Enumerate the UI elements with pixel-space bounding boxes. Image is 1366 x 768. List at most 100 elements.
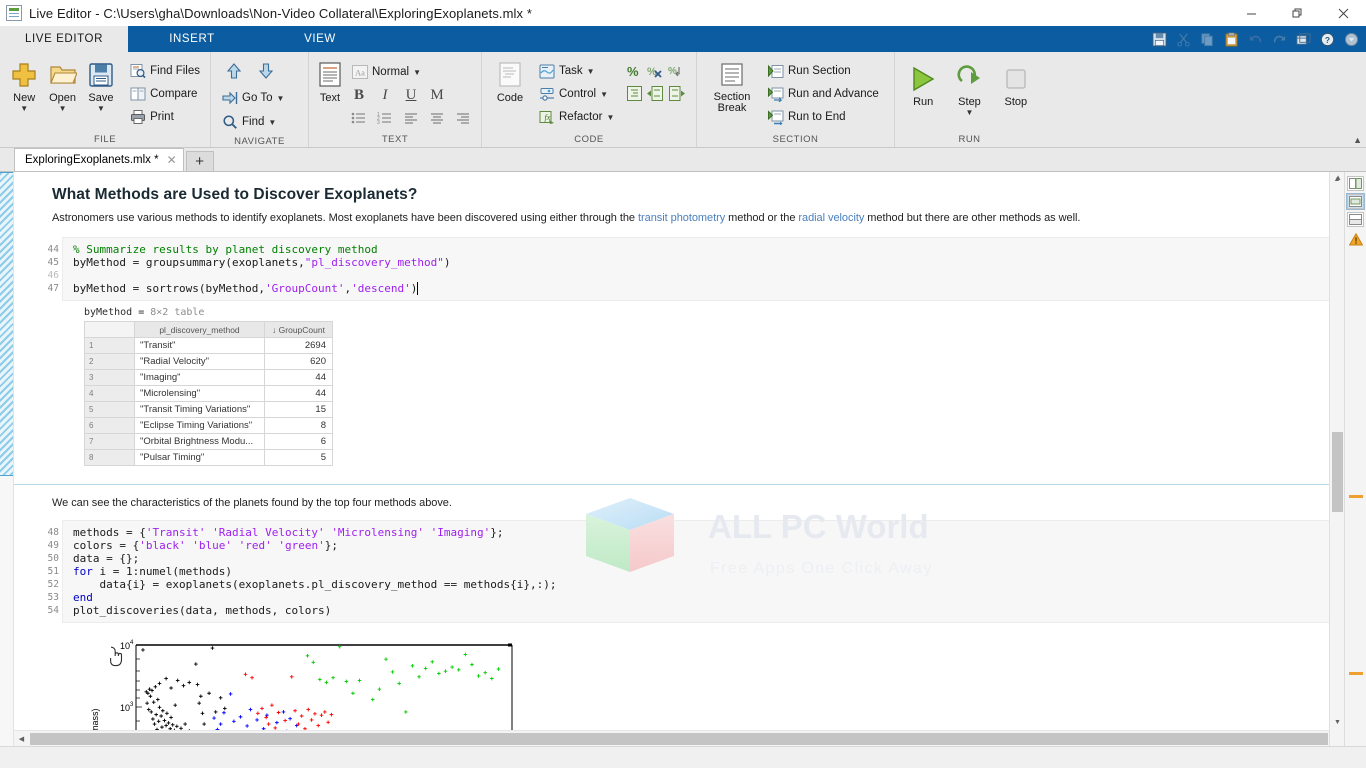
active-section-indicator[interactable]: [0, 172, 13, 476]
document-tab-exploringexoplanets[interactable]: ExploringExoplanets.mlx * ✕: [14, 148, 184, 171]
result-table[interactable]: pl_discovery_method ↓ GroupCount 1 "Tran…: [84, 321, 333, 466]
new-document-tab-button[interactable]: +: [185, 151, 214, 171]
table-row[interactable]: 2 "Radial Velocity" 620: [84, 353, 333, 370]
save-button[interactable]: Save ▼: [83, 58, 119, 113]
chevron-down-icon[interactable]: ▼: [606, 113, 614, 122]
table-row[interactable]: 4 "Microlensing" 44: [84, 385, 333, 402]
comment-icon[interactable]: %: [624, 61, 644, 81]
link-radial-velocity[interactable]: radial velocity: [798, 212, 864, 224]
control-button[interactable]: Control ▼: [534, 83, 618, 105]
text-style-dropdown[interactable]: Aa Normal ▼: [347, 61, 475, 83]
vertical-scrollbar[interactable]: ▲ ▼: [1329, 172, 1344, 746]
warning-mark[interactable]: [1349, 495, 1363, 498]
numbered-list-icon[interactable]: 1 2 3: [373, 107, 397, 129]
table-row[interactable]: 6 "Eclipse Timing Variations" 8: [84, 417, 333, 434]
find-files-button[interactable]: Find Files: [125, 60, 204, 82]
line-number: 54: [47, 605, 59, 616]
horizontal-scrollbar[interactable]: ◀: [14, 730, 1329, 746]
code-block-1[interactable]: 44 45 46 47 % Summarize results by plane…: [48, 237, 1329, 301]
uncomment-icon[interactable]: %: [645, 61, 665, 81]
horizontal-scroll-thumb[interactable]: [30, 732, 1328, 745]
tab-insert[interactable]: INSERT: [128, 26, 256, 52]
close-button[interactable]: [1320, 0, 1366, 26]
underline-button[interactable]: U: [399, 84, 423, 106]
smart-indent-icon[interactable]: [624, 83, 644, 103]
link-transit-photometry[interactable]: transit photometry: [638, 212, 725, 224]
chevron-down-icon[interactable]: ▼: [587, 67, 595, 76]
cut-icon[interactable]: [1172, 28, 1194, 50]
chevron-down-icon[interactable]: ▼: [20, 105, 28, 113]
find-button[interactable]: Find ▼: [217, 111, 280, 133]
task-button[interactable]: Task ▼: [534, 60, 618, 82]
help-icon[interactable]: ?: [1316, 28, 1338, 50]
new-button[interactable]: New ▼: [6, 58, 42, 113]
chevron-down-icon[interactable]: ▼: [413, 68, 421, 77]
chevron-down-icon[interactable]: ▼: [97, 105, 105, 113]
decrease-indent-icon[interactable]: [666, 83, 686, 103]
monospace-button[interactable]: M: [425, 84, 449, 106]
maximize-restore-button[interactable]: [1274, 0, 1320, 26]
tab-view[interactable]: VIEW: [256, 26, 384, 52]
table-row[interactable]: 3 "Imaging" 44: [84, 369, 333, 386]
refactor-button[interactable]: fx Refactor ▼: [534, 106, 618, 128]
compare-button[interactable]: Compare: [125, 83, 204, 105]
layout-output-bottom-icon[interactable]: [1347, 212, 1364, 227]
table-row[interactable]: 7 "Orbital Brightness Modu... 6: [84, 433, 333, 450]
ribbon-collapse-icon[interactable]: ▲: [1353, 135, 1362, 145]
window-layout-icon[interactable]: [1292, 28, 1314, 50]
chevron-down-icon[interactable]: ▼: [276, 94, 284, 103]
tab-live-editor[interactable]: LIVE EDITOR: [0, 26, 128, 52]
save-icon[interactable]: [1148, 28, 1170, 50]
chevron-down-icon[interactable]: ▼: [59, 105, 67, 113]
code-button[interactable]: Code: [488, 58, 532, 104]
table-row[interactable]: 5 "Transit Timing Variations" 15: [84, 401, 333, 418]
undo-icon[interactable]: [1244, 28, 1266, 50]
column-header-groupcount[interactable]: ↓ GroupCount: [264, 321, 333, 338]
align-left-icon[interactable]: [399, 107, 423, 129]
section-break-button[interactable]: Section Break: [703, 58, 761, 114]
bold-button[interactable]: B: [347, 84, 371, 106]
live-editor-document[interactable]: What Methods are Used to Discover Exopla…: [14, 172, 1329, 746]
italic-button[interactable]: I: [373, 84, 397, 106]
step-button[interactable]: Step ▼: [947, 62, 991, 117]
text-button[interactable]: Text: [315, 58, 345, 104]
increase-indent-icon[interactable]: [645, 83, 665, 103]
print-button[interactable]: Print: [125, 106, 204, 128]
run-and-advance-button[interactable]: Run and Advance: [763, 83, 883, 105]
warning-triangle-icon[interactable]: [1348, 232, 1363, 249]
quick-access-more-icon[interactable]: [1340, 28, 1362, 50]
paste-icon[interactable]: [1220, 28, 1242, 50]
open-button[interactable]: Open ▼: [44, 58, 80, 113]
align-center-icon[interactable]: [425, 107, 449, 129]
scroll-down-button[interactable]: ▼: [1330, 715, 1345, 730]
close-icon[interactable]: ✕: [167, 153, 177, 167]
code-block-2[interactable]: 48 49 50 51 52 53 54 methods = {'Transit…: [48, 520, 1329, 623]
bulleted-list-icon[interactable]: [347, 107, 371, 129]
go-to-button[interactable]: Go To ▼: [217, 87, 288, 109]
wrap-comment-icon[interactable]: %: [666, 61, 686, 81]
vertical-scroll-thumb[interactable]: [1332, 432, 1343, 512]
warning-mark[interactable]: [1349, 672, 1363, 675]
scatter-plot-output[interactable]: 10 4 10 3 mass): [84, 635, 1329, 730]
run-section-button[interactable]: Run Section: [763, 60, 883, 82]
redo-icon[interactable]: [1268, 28, 1290, 50]
layout-output-inline-icon[interactable]: [1346, 193, 1365, 210]
minimize-button[interactable]: [1228, 0, 1274, 26]
chevron-down-icon[interactable]: ▼: [268, 118, 276, 127]
navigate-down-button[interactable]: [257, 62, 275, 83]
navigate-up-button[interactable]: [225, 62, 243, 83]
chevron-down-icon[interactable]: ▼: [600, 90, 608, 99]
align-right-icon[interactable]: [451, 107, 475, 129]
table-row[interactable]: 8 "Pulsar Timing" 5: [84, 449, 333, 466]
table-row[interactable]: 1 "Transit" 2694: [84, 337, 333, 354]
chevron-down-icon[interactable]: ▼: [966, 109, 974, 117]
stop-button[interactable]: Stop: [994, 62, 1038, 108]
scroll-left-button[interactable]: ◀: [14, 731, 29, 747]
run-to-end-button[interactable]: Run to End: [763, 106, 883, 128]
collapse-panel-icon[interactable]: ▲: [1334, 173, 1342, 182]
copy-icon[interactable]: [1196, 28, 1218, 50]
run-button[interactable]: Run: [901, 62, 945, 108]
column-header-method[interactable]: pl_discovery_method: [134, 321, 265, 338]
stop-button-label: Stop: [1004, 96, 1028, 108]
layout-output-right-icon[interactable]: [1347, 176, 1364, 191]
